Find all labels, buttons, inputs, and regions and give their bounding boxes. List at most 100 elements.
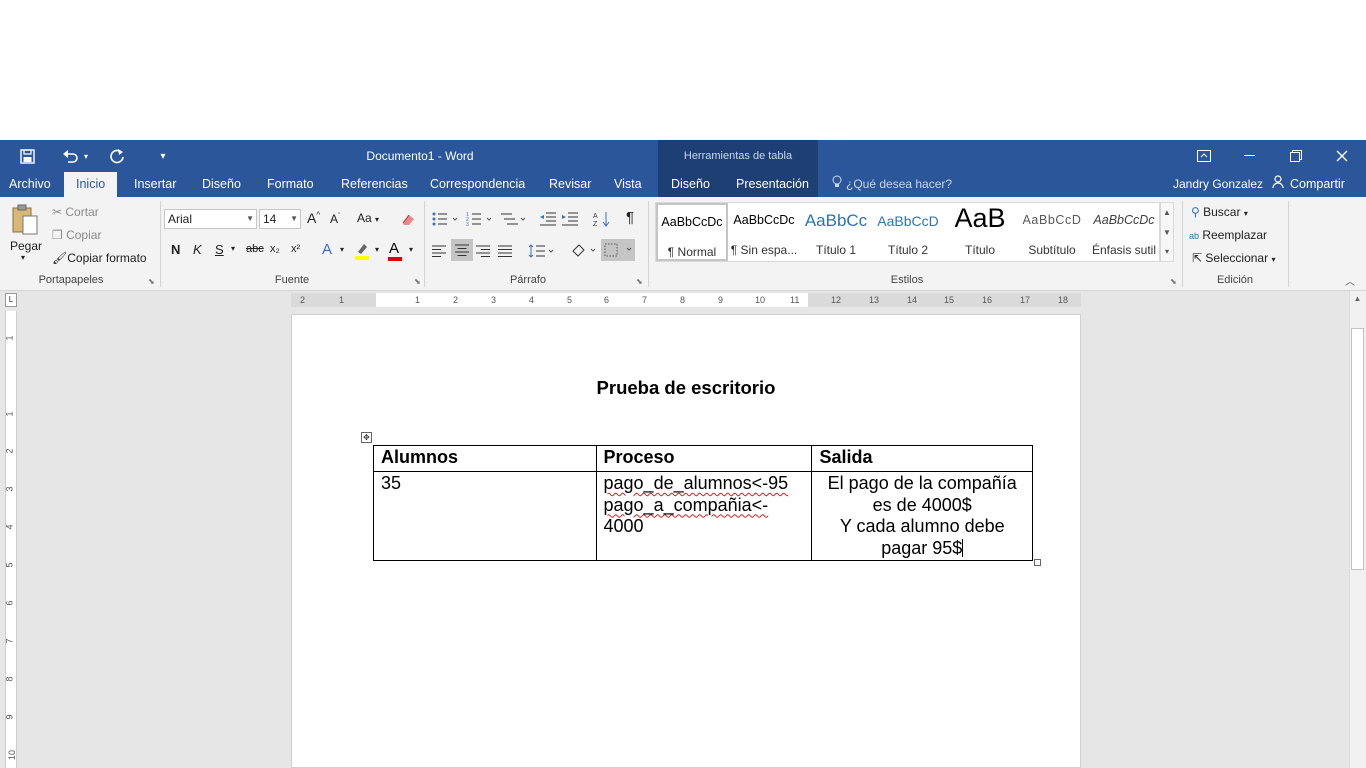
tell-me-box[interactable]: ¿Qué desea hacer? [832, 172, 952, 197]
bullets-icon[interactable] [430, 209, 460, 229]
table-cell-proceso[interactable]: pago_de_alumnos<-95 pago_a_compañia<- 40… [595, 471, 813, 561]
style-enfasis-sutil[interactable]: AaBbCcDc Énfasis sutil [1088, 203, 1160, 261]
line-spacing-icon[interactable] [526, 241, 556, 261]
tab-referencias[interactable]: Referencias [341, 172, 408, 197]
paste-icon[interactable] [10, 203, 40, 237]
table-header-cell[interactable]: Alumnos [373, 445, 597, 472]
tab-diseno[interactable]: Diseño [202, 172, 241, 197]
copy-icon: ❐ [52, 228, 67, 242]
subscript-button[interactable]: x₂ [270, 243, 280, 255]
ruler-number: 6 [604, 295, 610, 305]
salida-line: es de 4000$ [872, 494, 972, 515]
increase-indent-icon[interactable] [560, 209, 580, 229]
scrollbar-thumb[interactable] [1351, 328, 1364, 570]
tab-presentacion[interactable]: Presentación [736, 172, 809, 197]
style-normal[interactable]: AaBbCcDc ¶ Normal [656, 203, 728, 261]
text-effects-dropdown-icon[interactable]: ▾ [340, 245, 344, 254]
style-subtitulo[interactable]: AaBbCcD Subtítulo [1016, 203, 1088, 261]
find-button[interactable]: ⚲ Buscar ▾ [1191, 205, 1248, 219]
highlight-icon[interactable] [352, 241, 372, 261]
collapse-ribbon-icon[interactable]: ︿ [1345, 273, 1355, 288]
underline-button[interactable]: S [215, 242, 224, 257]
align-left-icon[interactable] [429, 241, 449, 261]
grow-font-icon[interactable]: A^ [307, 210, 320, 226]
cursor-icon: ⇱ [1192, 251, 1206, 265]
table-resize-handle[interactable] [1034, 559, 1041, 566]
align-right-icon[interactable] [473, 241, 493, 261]
font-color-icon[interactable]: A [389, 240, 399, 257]
styles-scroll[interactable]: ▲ ▼ ▾ [1160, 202, 1174, 262]
italic-button[interactable]: K [193, 242, 202, 257]
text-effects-icon[interactable]: A [322, 241, 332, 258]
show-formatting-icon[interactable]: ¶ [626, 209, 634, 226]
share-button[interactable]: Compartir [1272, 172, 1345, 197]
tab-insertar[interactable]: Insertar [134, 172, 176, 197]
strikethrough-button[interactable]: abc [246, 243, 264, 255]
align-center-icon[interactable] [451, 239, 473, 261]
style-titulo-2[interactable]: AaBbCcD Título 2 [872, 203, 944, 261]
styles-group-label: Estilos [890, 274, 924, 286]
paragraph-launcher-icon[interactable]: ⬊ [636, 277, 643, 286]
document-heading[interactable]: Prueba de escritorio [291, 377, 1081, 399]
paste-label[interactable]: Pegar [10, 239, 42, 253]
tab-table-diseno[interactable]: Diseño [671, 172, 710, 197]
tab-selector[interactable]: L [5, 293, 17, 307]
vertical-ruler[interactable] [5, 311, 17, 768]
copy-button[interactable]: ❐ Copiar [52, 228, 101, 242]
tab-revisar[interactable]: Revisar [549, 172, 591, 197]
underline-dropdown-icon[interactable]: ▾ [231, 244, 235, 253]
decrease-indent-icon[interactable] [538, 209, 558, 229]
tab-inicio[interactable]: Inicio [64, 172, 118, 197]
replace-button[interactable]: ab Reemplazar [1189, 228, 1267, 242]
borders-icon[interactable] [601, 239, 635, 261]
change-case-button[interactable]: Aa ▾ [357, 211, 379, 225]
styles-launcher-icon[interactable]: ⬊ [1170, 277, 1177, 286]
restore-icon[interactable] [1273, 140, 1319, 172]
undo-dropdown-icon[interactable]: ▾ [76, 140, 96, 172]
clipboard-launcher-icon[interactable]: ⬊ [148, 277, 155, 286]
table-header-cell[interactable]: Salida [811, 445, 1033, 472]
chevron-up-icon[interactable]: ▲ [1161, 203, 1173, 223]
justify-icon[interactable] [495, 241, 515, 261]
table-header-cell[interactable]: Proceso [595, 445, 813, 472]
document-table[interactable]: Alumnos Proceso Salida 35 pago_de_alumno… [373, 445, 1033, 561]
multilevel-list-icon[interactable] [498, 209, 528, 229]
more-icon[interactable]: ▾ [1161, 243, 1173, 261]
table-cell-salida[interactable]: El pago de la compañía es de 4000$ Y cad… [811, 471, 1033, 561]
select-button[interactable]: ⇱ Seleccionar ▾ [1192, 251, 1275, 265]
style-titulo[interactable]: AaB Título [944, 203, 1016, 261]
format-painter-button[interactable]: 🖌Copiar formato [52, 251, 147, 265]
font-family-combo[interactable]: Arial ▼ [164, 209, 257, 229]
ribbon-display-icon[interactable] [1181, 140, 1227, 172]
superscript-button[interactable]: x² [291, 243, 300, 255]
font-color-dropdown-icon[interactable]: ▾ [409, 245, 413, 254]
table-cell-alumnos[interactable]: 35 [373, 471, 597, 561]
font-size-combo[interactable]: 14 ▼ [259, 209, 301, 229]
user-name[interactable]: Jandry Gonzalez [1173, 172, 1263, 197]
save-icon[interactable] [12, 140, 42, 172]
shading-icon[interactable] [568, 241, 598, 261]
style-titulo-1[interactable]: AaBbCc Título 1 [800, 203, 872, 261]
close-icon[interactable] [1319, 140, 1365, 172]
tab-archivo[interactable]: Archivo [9, 172, 51, 197]
highlight-dropdown-icon[interactable]: ▾ [375, 245, 379, 254]
tab-vista[interactable]: Vista [614, 172, 642, 197]
paste-dropdown-icon[interactable]: ▾ [21, 253, 25, 262]
ruler-number: 3 [4, 486, 15, 492]
bold-button[interactable]: N [171, 242, 180, 257]
sort-icon[interactable]: AZ [592, 209, 612, 229]
scroll-up-icon[interactable]: ▲ [1351, 294, 1364, 303]
tab-correspondencia[interactable]: Correspondencia [430, 172, 525, 197]
tab-formato[interactable]: Formato [267, 172, 314, 197]
table-move-handle-icon[interactable]: ✥ [361, 432, 372, 443]
chevron-down-icon[interactable]: ▼ [1161, 223, 1173, 243]
style-sin-espaciado[interactable]: AaBbCcDc ¶ Sin espa... [728, 203, 800, 261]
customize-icon[interactable]: ▾ [148, 140, 178, 172]
font-launcher-icon[interactable]: ⬊ [414, 277, 421, 286]
numbering-icon[interactable]: 123 [464, 209, 494, 229]
redo-icon[interactable] [102, 140, 132, 172]
clear-format-icon[interactable] [398, 209, 418, 229]
minimize-icon[interactable] [1227, 140, 1273, 172]
shrink-font-icon[interactable]: Aˇ [330, 212, 340, 226]
cut-button[interactable]: ✂ Cortar [52, 205, 99, 219]
